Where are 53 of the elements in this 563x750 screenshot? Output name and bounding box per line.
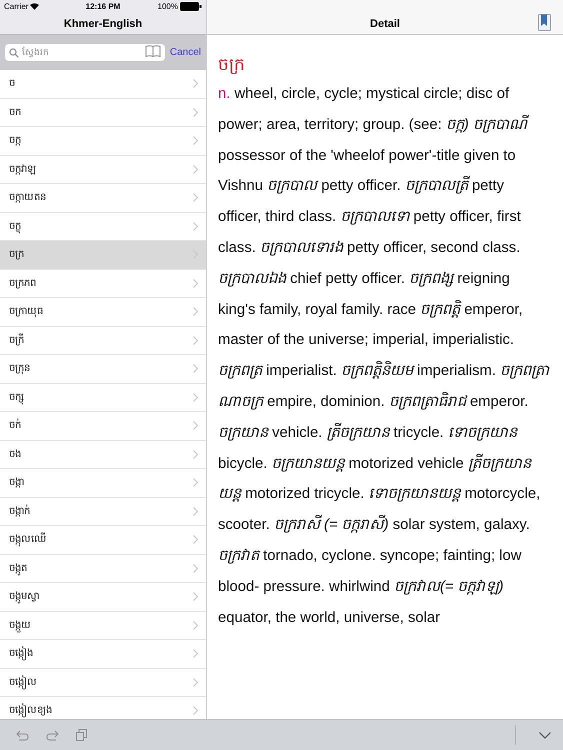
chevron-right-icon	[193, 364, 198, 374]
chevron-right-icon	[193, 164, 198, 174]
battery-percent: 100%	[158, 2, 178, 11]
word-list-item[interactable]: ចក្រ	[0, 241, 206, 270]
chevron-right-icon	[193, 535, 198, 544]
word-list-item[interactable]: ចក	[0, 98, 206, 127]
wifi-icon	[30, 3, 40, 10]
chevron-right-icon	[193, 79, 198, 88]
clock-time: 12:16 PM	[86, 2, 120, 11]
chevron-right-icon	[193, 564, 198, 573]
search-field[interactable]: ស្វែងរក	[5, 44, 165, 61]
search-icon	[9, 48, 19, 58]
chevron-right-icon	[193, 392, 198, 402]
definition-text: n. wheel, circle, cycle; mystical circle; disc of power; area, territory; group. (see: ចក្ក) ចក្របាណី possessor of the 'wheelof power'-title given to Vishnu ចក្របាល petty officer. ចក្របាលត្រី petty officer, third class. ចក្របាលទោ petty officer, first class. ចក្របាលទោរង petty officer, second class. ចក្របាលឯង chief petty officer. ចក្រពង្ស reigning king's family, royal family. race ចក្រពត្តិ emperor, master of the universe; imperial, imperialistic. ចក្រពត្រ imperialist. ចក្រពត្តិនិយម imperialism. ចក្រពត្រាណាចក្រ empire, dominion. ចក្រពត្រាធិរាជ emperor. ចក្រយាន vehicle. ត្រីចក្រយាន tricycle. ទោចក្រយាន bicycle. ចក្រយានយន្ត motorized vehicle ត្រីចក្រយានយន្ត motorized tricycle. ទោចក្រយានយន្ត motorcycle, scooter. ចក្ររាសី (= ចក្ករាសី) solar system, galaxy. ចក្រវាត tornado, cyclone. syncope; fainting; low blood- pressure. whirlwind ចក្រវាល(= ចក្កវាឡ) equator, the world, universe, solar	[218, 85, 550, 628]
search-input[interactable]: ស្វែងរក	[22, 44, 142, 61]
chevron-right-icon	[193, 222, 198, 231]
chevron-right-icon	[193, 421, 198, 430]
word-list-item[interactable]: ចក្សុ	[0, 384, 206, 412]
cancel-button[interactable]: Cancel	[170, 47, 201, 58]
carrier-label: Carrier	[4, 2, 28, 11]
chevron-down-icon[interactable]	[539, 732, 551, 738]
word-list-item[interactable]: ចង	[0, 440, 206, 469]
chevron-right-icon	[193, 193, 198, 202]
chevron-right-icon	[193, 649, 198, 658]
copy-icon[interactable]	[76, 729, 87, 741]
word-list-item[interactable]: ចក្រី	[0, 326, 206, 355]
chevron-right-icon	[193, 620, 198, 630]
redo-icon[interactable]	[46, 730, 59, 740]
chevron-right-icon	[193, 478, 198, 488]
chevron-right-icon	[193, 706, 198, 716]
chevron-right-icon	[193, 336, 198, 345]
sidebar-title: Khmer-English	[64, 18, 142, 30]
word-list-item[interactable]: ចក្រភព	[0, 270, 206, 298]
headword: ចក្រ	[218, 54, 246, 76]
chevron-right-icon	[193, 506, 198, 516]
chevron-right-icon	[193, 450, 198, 459]
word-list-item[interactable]: ចង្កូត	[0, 554, 206, 583]
chevron-right-icon	[193, 307, 198, 316]
word-list-item[interactable]: ចង្កួយ	[0, 612, 206, 640]
chevron-right-icon	[193, 592, 198, 602]
undo-icon[interactable]	[16, 730, 29, 740]
detail-title: Detail	[370, 18, 400, 30]
word-list-item[interactable]: ចង្កៀល	[0, 668, 206, 697]
chevron-right-icon	[193, 678, 198, 687]
chevron-right-icon	[193, 278, 198, 288]
word-list-item[interactable]: ចក្ខុ	[0, 212, 206, 241]
chevron-right-icon	[193, 136, 198, 146]
bookmark-icon[interactable]	[538, 14, 551, 31]
battery-icon	[180, 2, 202, 11]
book-icon[interactable]	[144, 44, 161, 56]
word-list-item[interactable]: ចង្កាក់	[0, 498, 206, 526]
chevron-right-icon	[193, 108, 198, 117]
word-list-item[interactable]: ចក្កវាឡ	[0, 156, 206, 184]
